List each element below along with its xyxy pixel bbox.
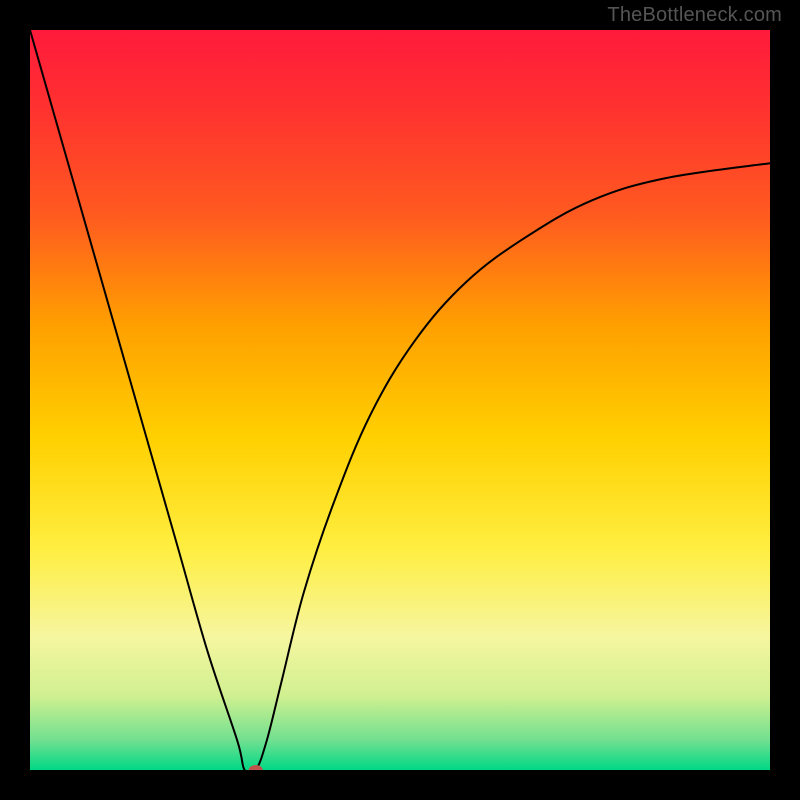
gradient-background (30, 30, 770, 770)
chart-plot-area (30, 30, 770, 770)
chart-svg (30, 30, 770, 770)
watermark-text: TheBottleneck.com (607, 4, 782, 27)
